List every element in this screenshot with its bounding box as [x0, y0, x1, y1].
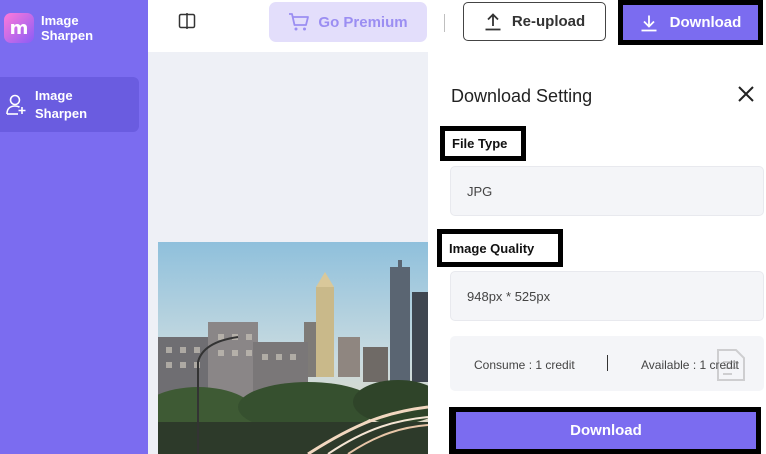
download-settings-panel: Download Setting File Type JPG Image Qua… — [428, 52, 766, 454]
compare-view-icon[interactable] — [178, 12, 196, 30]
sidebar-item-image-sharpen[interactable]: Image Sharpen — [0, 77, 139, 132]
cart-icon — [289, 13, 310, 31]
close-icon[interactable] — [737, 85, 755, 103]
download-button[interactable]: Download — [623, 5, 758, 40]
panel-title: Download Setting — [451, 86, 593, 106]
add-user-icon — [6, 94, 26, 115]
reupload-button[interactable]: Re-upload — [463, 2, 606, 41]
consume-credit-text: Consume : 1 credit — [474, 358, 575, 372]
go-premium-label: Go Premium — [318, 13, 408, 31]
credits-info: Consume : 1 credit Available : 1 credit — [450, 336, 764, 391]
go-premium-button[interactable]: Go Premium — [269, 2, 427, 42]
preview-canvas — [148, 52, 428, 454]
upload-icon — [485, 12, 501, 30]
top-toolbar: Go Premium Re-upload Download — [148, 0, 766, 52]
download-button-frame: Download — [618, 0, 763, 45]
reupload-label: Re-upload — [511, 13, 586, 30]
download-confirm-frame: Download — [449, 407, 761, 454]
download-confirm-button[interactable]: Download — [456, 412, 756, 449]
sidebar: m Image Sharpen Image Sharpen — [0, 0, 148, 454]
download-icon — [641, 15, 657, 31]
sidebar-item-label: Image Sharpen — [35, 87, 88, 121]
preview-image[interactable] — [158, 242, 428, 454]
logo-icon: m — [4, 13, 34, 43]
image-quality-field[interactable]: 948px * 525px — [450, 271, 764, 321]
download-label: Download — [669, 14, 742, 31]
toolbar-divider — [444, 14, 445, 32]
file-type-field[interactable]: JPG — [450, 166, 764, 216]
app-logo[interactable]: m Image Sharpen — [4, 13, 111, 43]
file-type-label: File Type — [440, 126, 526, 161]
credits-divider — [607, 355, 608, 371]
document-watermark-icon — [717, 349, 745, 381]
image-quality-label: Image Quality — [437, 229, 563, 267]
app-name: Image Sharpen — [41, 13, 94, 43]
